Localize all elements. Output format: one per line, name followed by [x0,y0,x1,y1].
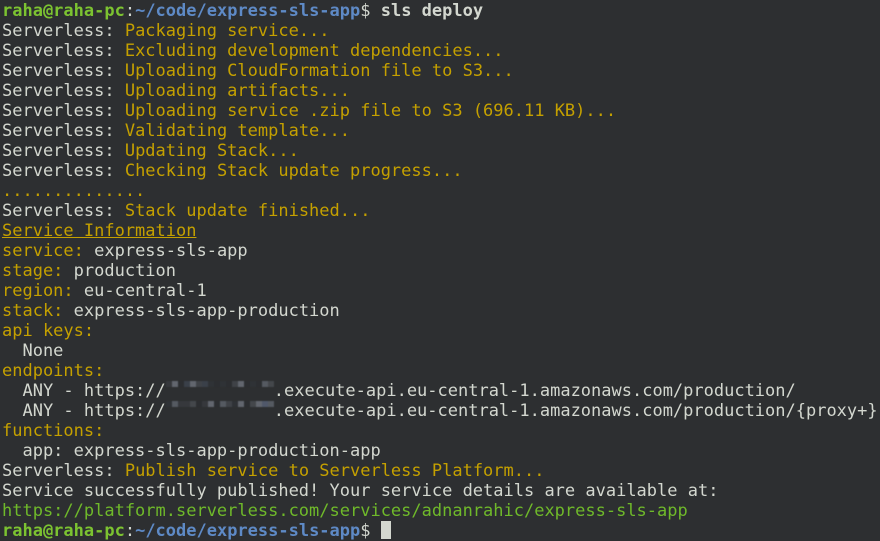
terminal-line: ANY - https:// .execute-api.eu-central-1.… [2,401,880,421]
prompt-dollar: $ [360,1,380,21]
platform-url-link[interactable]: https://platform.serverless.com/services… [2,501,688,521]
terminal-line: Serverless: Uploading CloudFormation fil… [2,61,880,81]
terminal-line: ANY - https:// .execute-api.eu-central-1.… [2,381,880,401]
cursor-block [381,521,391,539]
endpoint-prefix: ANY - https:// [2,401,166,421]
terminal-line: api keys: [2,321,880,341]
terminal-line: None [2,341,880,361]
info-value: production [63,261,176,281]
info-value: express-sls-app-production [63,301,339,321]
info-value: express-sls-app [84,241,248,261]
log-label: Serverless: [2,121,125,141]
terminal-line: Serverless: Packaging service... [2,21,880,41]
terminal-line: .............. [2,181,880,201]
terminal-line: Serverless: Uploading service .zip file … [2,101,880,121]
info-value: None [2,341,63,361]
endpoint-prefix: ANY - https:// [2,381,166,401]
progress-dots: .............. [2,181,145,201]
prompt-path: ~/code/express-sls-app [135,521,360,541]
terminal-line: endpoints: [2,361,880,381]
terminal-line: stack: express-sls-app-production [2,301,880,321]
section-heading: Service Information [2,221,196,241]
log-label: Serverless: [2,101,125,121]
log-message: Packaging service... [125,21,330,41]
info-key: api keys: [2,321,94,341]
prompt-dollar: $ [360,521,380,541]
terminal-line: Service successfully published! Your ser… [2,481,880,501]
log-label: Serverless: [2,161,125,181]
prompt-user-host: raha@raha-pc [2,1,125,21]
endpoint-suffix: .execute-api.eu-central-1.amazonaws.com/… [274,381,796,401]
log-message: Excluding development dependencies... [125,41,504,61]
redacted-api-id [166,401,274,420]
terminal-line: Serverless: Updating Stack... [2,141,880,161]
log-label: Serverless: [2,61,125,81]
terminal[interactable]: raha@raha-pc:~/code/express-sls-app$ sls… [0,0,880,541]
terminal-line: Serverless: Excluding development depend… [2,41,880,61]
info-value: eu-central-1 [74,281,207,301]
log-message: Updating Stack... [125,141,299,161]
redacted-api-id [166,381,274,400]
info-key: endpoints: [2,361,104,381]
terminal-line: Serverless: Checking Stack update progre… [2,161,880,181]
log-message: Stack update finished... [125,201,371,221]
prompt-separator: : [125,1,135,21]
info-key: stack: [2,301,63,321]
command-text: sls deploy [381,1,483,21]
info-key: stage: [2,261,63,281]
terminal-line: Serverless: Publish service to Serverles… [2,461,880,481]
terminal-line: app: express-sls-app-production-app [2,441,880,461]
info-key: functions: [2,421,104,441]
info-key: service: [2,241,84,261]
terminal-line: service: express-sls-app [2,241,880,261]
log-message: Uploading artifacts... [125,81,350,101]
log-label: Serverless: [2,201,125,221]
log-message: Uploading service .zip file to S3 (696.1… [125,101,616,121]
log-message: Checking Stack update progress... [125,161,463,181]
terminal-line: raha@raha-pc:~/code/express-sls-app$ sls… [2,1,880,21]
terminal-line: Serverless: Stack update finished... [2,201,880,221]
terminal-line: Service Information [2,221,880,241]
terminal-line: stage: production [2,261,880,281]
info-value: app: express-sls-app-production-app [2,441,381,461]
terminal-line: raha@raha-pc:~/code/express-sls-app$ [2,521,880,541]
log-message: Uploading CloudFormation file to S3... [125,61,514,81]
log-label: Serverless: [2,141,125,161]
terminal-line: functions: [2,421,880,441]
prompt-path: ~/code/express-sls-app [135,1,360,21]
log-label: Serverless: [2,41,125,61]
terminal-line: Serverless: Validating template... [2,121,880,141]
terminal-line: Serverless: Uploading artifacts... [2,81,880,101]
info-key: region: [2,281,74,301]
log-message: Publish service to Serverless Platform..… [125,461,545,481]
endpoint-suffix: .execute-api.eu-central-1.amazonaws.com/… [274,401,878,421]
prompt-separator: : [125,521,135,541]
log-label: Serverless: [2,81,125,101]
prompt-user-host: raha@raha-pc [2,521,125,541]
publish-status-text: Service successfully published! Your ser… [2,481,718,501]
log-label: Serverless: [2,461,125,481]
log-message: Validating template... [125,121,350,141]
terminal-line: https://platform.serverless.com/services… [2,501,880,521]
log-label: Serverless: [2,21,125,41]
terminal-line: region: eu-central-1 [2,281,880,301]
